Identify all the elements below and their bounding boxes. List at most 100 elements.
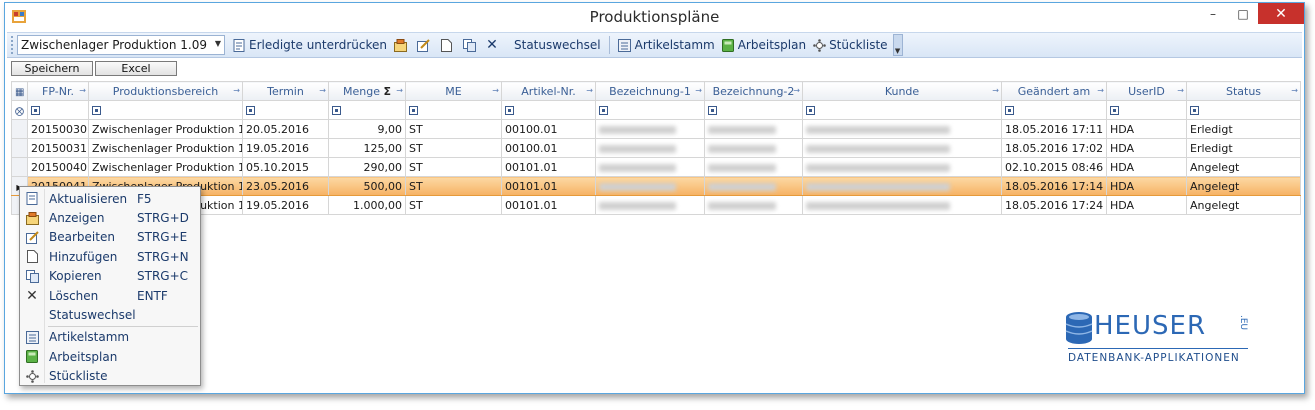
- save-button[interactable]: Speichern: [11, 61, 93, 76]
- toolbar-grip[interactable]: [11, 36, 14, 54]
- add-button[interactable]: [436, 35, 459, 55]
- filter-icon[interactable]: [1005, 106, 1014, 115]
- cell-menge: 125,00: [328, 138, 406, 158]
- edit-button[interactable]: [413, 35, 436, 55]
- pin-icon[interactable]: →: [396, 86, 403, 95]
- main-window: Produktionspläne – □ ✕ Zwischenlager Pro…: [4, 2, 1305, 394]
- filter-icon[interactable]: [1110, 106, 1119, 115]
- copy-icon: [462, 38, 476, 52]
- status-change-button[interactable]: Statuswechsel: [511, 35, 604, 55]
- column-header-kunde[interactable]: Kunde →: [802, 81, 1002, 101]
- menu-item-work-plan[interactable]: Arbeitsplan: [20, 347, 200, 366]
- filter-icon[interactable]: [708, 106, 717, 115]
- pin-icon[interactable]: →: [233, 86, 240, 95]
- column-header-artikel[interactable]: Artikel-Nr. →: [501, 81, 596, 101]
- menu-item-article-master[interactable]: Artikelstamm: [20, 328, 200, 347]
- column-header-bez1[interactable]: Bezeichnung-1 →: [595, 81, 705, 101]
- excel-button[interactable]: Excel: [95, 61, 177, 76]
- chevron-down-icon[interactable]: ▼: [215, 39, 221, 48]
- column-header-menge[interactable]: Menge Σ →: [328, 81, 406, 101]
- filter-cell[interactable]: [704, 100, 803, 120]
- menu-item-shortcut: F5: [137, 191, 152, 206]
- row-header[interactable]: [11, 138, 28, 158]
- filter-icon[interactable]: [409, 106, 418, 115]
- cell-status: Angelegt: [1186, 176, 1301, 196]
- menu-item-delete[interactable]: ✕ Löschen ENTF: [20, 286, 200, 305]
- filter-icon[interactable]: [505, 106, 514, 115]
- cell-status: Angelegt: [1186, 157, 1301, 177]
- hide-done-button[interactable]: Erledigte unterdrücken: [229, 35, 390, 55]
- filter-icon[interactable]: [246, 106, 255, 115]
- clear-filter-cell[interactable]: ⨂: [11, 100, 28, 120]
- column-header-me[interactable]: ME →: [405, 81, 502, 101]
- table-row[interactable]: 20150042 Zwischenlager Produktion 1.09 1…: [11, 195, 1301, 215]
- view-icon: [20, 211, 44, 225]
- filter-icon[interactable]: [599, 106, 608, 115]
- pin-icon[interactable]: →: [793, 86, 800, 95]
- menu-item-bom[interactable]: Stückliste: [20, 367, 200, 386]
- menu-item-add[interactable]: Hinzufügen STRG+N: [20, 247, 200, 266]
- column-header-fp[interactable]: FP-Nr. →: [27, 81, 89, 101]
- status-change-label: Statuswechsel: [514, 38, 601, 52]
- filter-icon[interactable]: [1190, 106, 1199, 115]
- column-header-termin[interactable]: Termin →: [242, 81, 329, 101]
- filter-cell[interactable]: [328, 100, 406, 120]
- article-master-button[interactable]: Artikelstamm: [615, 35, 718, 55]
- filter-icon[interactable]: [31, 106, 40, 115]
- menu-item-status-change[interactable]: Statuswechsel: [20, 305, 200, 324]
- menu-item-refresh[interactable]: Aktualisieren F5: [20, 189, 200, 208]
- pin-icon[interactable]: →: [492, 86, 499, 95]
- filter-cell[interactable]: [802, 100, 1002, 120]
- filter-cell[interactable]: [595, 100, 705, 120]
- filter-icon[interactable]: [92, 106, 101, 115]
- pin-icon[interactable]: →: [319, 86, 326, 95]
- filter-cell[interactable]: [405, 100, 502, 120]
- maximize-button[interactable]: □: [1228, 3, 1258, 24]
- close-button[interactable]: ✕: [1258, 3, 1304, 24]
- cell-bez2-redacted: [704, 119, 803, 139]
- edit-icon: [20, 231, 44, 244]
- filter-cell[interactable]: [27, 100, 89, 120]
- redacted-text: [708, 163, 777, 172]
- filter-icon[interactable]: [332, 106, 341, 115]
- column-header-user[interactable]: UserID →: [1106, 81, 1187, 101]
- filter-cell[interactable]: [1186, 100, 1301, 120]
- filter-icon[interactable]: [806, 106, 815, 115]
- cell-status: Angelegt: [1186, 195, 1301, 215]
- filter-cell[interactable]: [1001, 100, 1107, 120]
- menu-item-edit[interactable]: Bearbeiten STRG+E: [20, 228, 200, 247]
- bom-button[interactable]: Stückliste: [809, 35, 890, 55]
- pin-icon[interactable]: →: [1097, 86, 1104, 95]
- table-row[interactable]: 20150040 Zwischenlager Produktion 1.09 0…: [11, 157, 1301, 177]
- minimize-button[interactable]: –: [1198, 3, 1228, 24]
- table-row[interactable]: 20150031 Zwischenlager Produktion 1.09 1…: [11, 138, 1301, 158]
- cell-menge: 290,00: [328, 157, 406, 177]
- pin-icon[interactable]: →: [992, 86, 999, 95]
- pin-icon[interactable]: →: [586, 86, 593, 95]
- row-header[interactable]: [11, 119, 28, 139]
- column-header-bez2[interactable]: Bezeichnung-2 →: [704, 81, 803, 101]
- copy-button[interactable]: [459, 35, 482, 55]
- pin-icon[interactable]: →: [695, 86, 702, 95]
- row-header[interactable]: [11, 157, 28, 177]
- table-row-selected[interactable]: ▶ 20150041 Zwischenlager Produktion 1.09…: [11, 176, 1301, 196]
- pin-icon[interactable]: →: [1291, 86, 1298, 95]
- delete-button[interactable]: ✕: [482, 35, 505, 55]
- column-header-bereich[interactable]: Produktionsbereich →: [88, 81, 243, 101]
- toolbar-overflow-button[interactable]: ▼: [892, 34, 903, 56]
- table-row[interactable]: 20150030 Zwischenlager Produktion 1.09 2…: [11, 119, 1301, 139]
- pin-icon[interactable]: →: [79, 86, 86, 95]
- filter-cell[interactable]: [1106, 100, 1187, 120]
- filter-cell[interactable]: [242, 100, 329, 120]
- column-header-status[interactable]: Status →: [1186, 81, 1301, 101]
- production-area-combo[interactable]: Zwischenlager Produktion 1.09 ▼: [17, 35, 225, 55]
- column-chooser-cell[interactable]: ▦: [11, 81, 28, 101]
- work-plan-button[interactable]: Arbeitsplan: [718, 35, 809, 55]
- menu-item-copy[interactable]: Kopieren STRG+C: [20, 267, 200, 286]
- pin-icon[interactable]: →: [1177, 86, 1184, 95]
- view-button[interactable]: [390, 35, 413, 55]
- menu-item-view[interactable]: Anzeigen STRG+D: [20, 208, 200, 227]
- filter-cell[interactable]: [88, 100, 243, 120]
- column-header-geaendert[interactable]: Geändert am →: [1001, 81, 1107, 101]
- filter-cell[interactable]: [501, 100, 596, 120]
